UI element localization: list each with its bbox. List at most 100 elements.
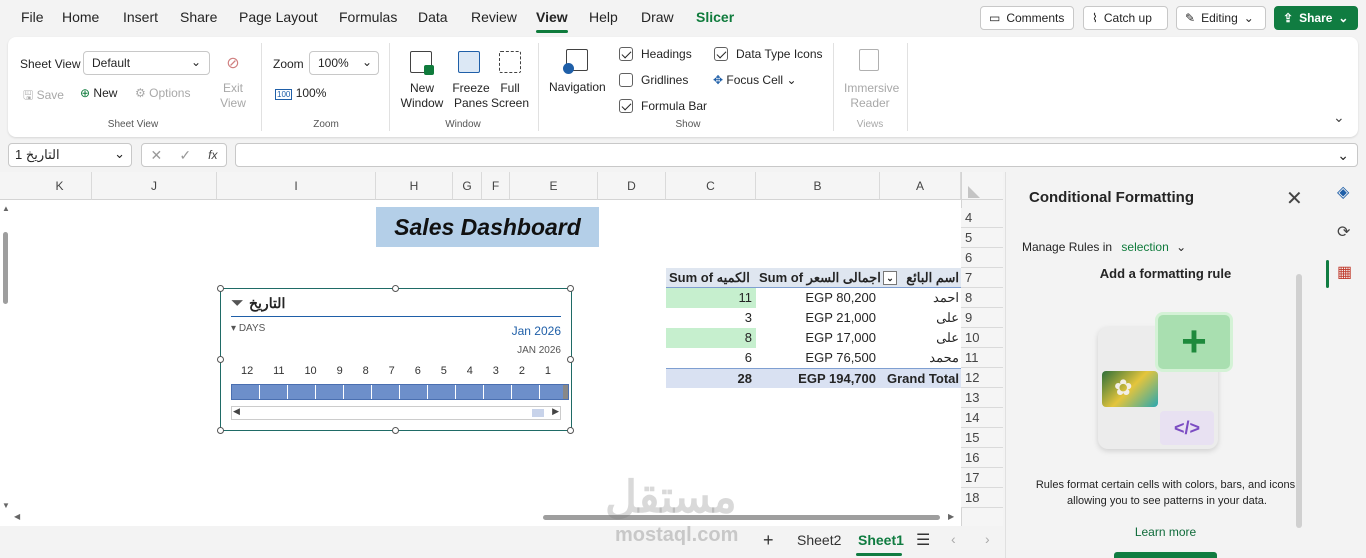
pivot-cell-seller[interactable]: احمد	[880, 288, 961, 308]
immersive-reader-button[interactable]: Immersive Reader	[844, 81, 899, 111]
pivot-cell-seller[interactable]: على	[880, 328, 961, 348]
pivot-grand-total[interactable]: EGP 194,700	[756, 368, 880, 388]
focus-cell-button[interactable]: ✥ Focus Cell ⌄	[713, 73, 797, 87]
name-box[interactable]: التاريخ 1 ⌄	[8, 143, 132, 167]
check-icon[interactable]: ✓	[179, 147, 191, 164]
pivot-cell-total[interactable]: EGP 80,200	[756, 288, 880, 308]
row-header[interactable]: 12	[961, 368, 1003, 388]
zoom-dropdown[interactable]: 100% ⌄	[309, 51, 379, 75]
column-header-i[interactable]: I	[217, 172, 376, 200]
options-button[interactable]: ⚙ Options	[135, 86, 190, 100]
pivot-cell-seller[interactable]: محمد	[880, 348, 961, 368]
zoom-100-button[interactable]: 100 100%	[275, 86, 326, 100]
filter-dropdown-icon[interactable]: ⌄	[883, 271, 897, 285]
save-button[interactable]: 🖫 Save	[23, 86, 64, 107]
pivot-grand-label[interactable]: Grand Total	[880, 368, 961, 388]
menu-slicer[interactable]: Slicer	[696, 9, 734, 25]
headings-checkbox[interactable]	[619, 47, 633, 61]
manage-rules-dropdown[interactable]: selection	[1121, 240, 1168, 254]
pivot-grand-qty[interactable]: 28	[666, 368, 756, 388]
column-header-h[interactable]: H	[376, 172, 453, 200]
sheet-refresh-icon[interactable]: ⟳	[1337, 222, 1350, 242]
column-header-g[interactable]: G	[453, 172, 482, 200]
row-header[interactable]: 13	[961, 388, 1003, 408]
all-sheets-icon[interactable]: ☰	[916, 530, 930, 550]
full-screen-button[interactable]: Full Screen	[491, 81, 529, 111]
select-all-corner[interactable]	[961, 172, 1003, 200]
navigation-button[interactable]: Navigation	[549, 80, 606, 94]
menu-file[interactable]: File	[21, 9, 44, 25]
resize-handle[interactable]	[392, 427, 399, 434]
next-sheet-icon[interactable]: ›	[985, 531, 990, 547]
pivot-cell-qty[interactable]: 6	[666, 348, 756, 368]
pane-scrollbar[interactable]	[1296, 274, 1302, 528]
pivot-header-total[interactable]: Sum of اجمالى السعر	[756, 268, 881, 288]
catchup-button[interactable]: ⌇ Catch up	[1083, 6, 1168, 30]
column-header-j[interactable]: J	[92, 172, 217, 200]
sheet-view-dropdown[interactable]: Default ⌄	[83, 51, 210, 75]
close-icon[interactable]: ✕	[1286, 186, 1303, 211]
add-sheet-icon[interactable]: +	[763, 530, 774, 551]
vertical-scrollbar[interactable]: ▲ ▼	[2, 204, 10, 510]
row-header[interactable]: 7	[961, 268, 1003, 288]
prev-sheet-icon[interactable]: ‹	[951, 531, 956, 547]
menu-share[interactable]: Share	[180, 9, 217, 25]
row-header[interactable]: 5	[961, 228, 1003, 248]
column-header-e[interactable]: E	[510, 172, 598, 200]
menu-formulas[interactable]: Formulas	[339, 9, 397, 25]
data-type-icons-checkbox[interactable]	[714, 47, 728, 61]
comments-button[interactable]: ▭ Comments	[980, 6, 1074, 30]
fx-button[interactable]: fx	[208, 148, 217, 162]
pivot-header-qty[interactable]: Sum of الكميه	[666, 268, 756, 288]
editing-button[interactable]: ✎ Editing ⌄	[1176, 6, 1266, 30]
conditional-format-icon[interactable]: ▦	[1337, 262, 1352, 282]
column-header-f[interactable]: F	[482, 172, 510, 200]
menu-review[interactable]: Review	[471, 9, 517, 25]
learn-more-link[interactable]: Learn more	[1006, 525, 1325, 539]
gridlines-checkbox[interactable]	[619, 73, 633, 87]
row-header[interactable]: 16	[961, 448, 1003, 468]
scroll-right-icon[interactable]: ▶	[552, 406, 559, 417]
menu-help[interactable]: Help	[589, 9, 618, 25]
column-header-k[interactable]: K	[28, 172, 92, 200]
resize-handle[interactable]	[392, 285, 399, 292]
formula-input[interactable]: ⌄	[235, 143, 1358, 167]
column-header-a[interactable]: A	[880, 172, 961, 200]
menu-home[interactable]: Home	[62, 9, 99, 25]
row-header[interactable]: 9	[961, 308, 1003, 328]
pane-action-button[interactable]	[1114, 552, 1217, 558]
share-button[interactable]: ⇪ Share ⌄	[1274, 6, 1358, 30]
resize-handle[interactable]	[567, 285, 574, 292]
new-view-button[interactable]: ⊕ New	[80, 86, 117, 100]
timeline-slicer[interactable]: ⏷ التاريخ ▾ DAYS Jan 2026 JAN 2026 12 11…	[220, 288, 572, 431]
menu-draw[interactable]: Draw	[641, 9, 674, 25]
resize-handle[interactable]	[217, 356, 224, 363]
pivot-cell-total[interactable]: EGP 17,000	[756, 328, 880, 348]
timeline-level-selector[interactable]: ▾ DAYS	[231, 323, 265, 334]
timeline-scrollbar[interactable]: ◀ ▶	[231, 406, 561, 420]
pivot-header-seller[interactable]: ⌄ اسم البائع	[880, 268, 961, 288]
menu-page-layout[interactable]: Page Layout	[239, 9, 318, 25]
pivot-cell-total[interactable]: EGP 76,500	[756, 348, 880, 368]
resize-handle[interactable]	[217, 285, 224, 292]
row-header[interactable]: 4	[961, 208, 1003, 228]
column-header-c[interactable]: C	[666, 172, 756, 200]
scroll-thumb[interactable]	[3, 232, 8, 304]
menu-insert[interactable]: Insert	[123, 9, 158, 25]
row-header[interactable]: 14	[961, 408, 1003, 428]
column-header-b[interactable]: B	[756, 172, 880, 200]
pivot-cell-qty[interactable]: 8	[666, 328, 756, 348]
timeline-bar[interactable]	[231, 384, 569, 400]
sheet-tab-sheet2[interactable]: Sheet2	[797, 532, 841, 548]
row-header[interactable]: 17	[961, 468, 1003, 488]
menu-data[interactable]: Data	[418, 9, 448, 25]
column-header-d[interactable]: D	[598, 172, 666, 200]
menu-view[interactable]: View	[536, 9, 568, 25]
timeline-scroll-thumb[interactable]	[532, 409, 544, 417]
scroll-left-icon[interactable]: ◀	[233, 406, 240, 417]
pivot-cell-total[interactable]: EGP 21,000	[756, 308, 880, 328]
pivot-cell-seller[interactable]: على	[880, 308, 961, 328]
timeline-handle[interactable]	[563, 385, 568, 399]
horizontal-scroll-thumb[interactable]	[543, 515, 940, 520]
worksheet-grid[interactable]: K J I H G F E D C B A 4 5 6 7 8 9 10 11 …	[0, 172, 1003, 526]
